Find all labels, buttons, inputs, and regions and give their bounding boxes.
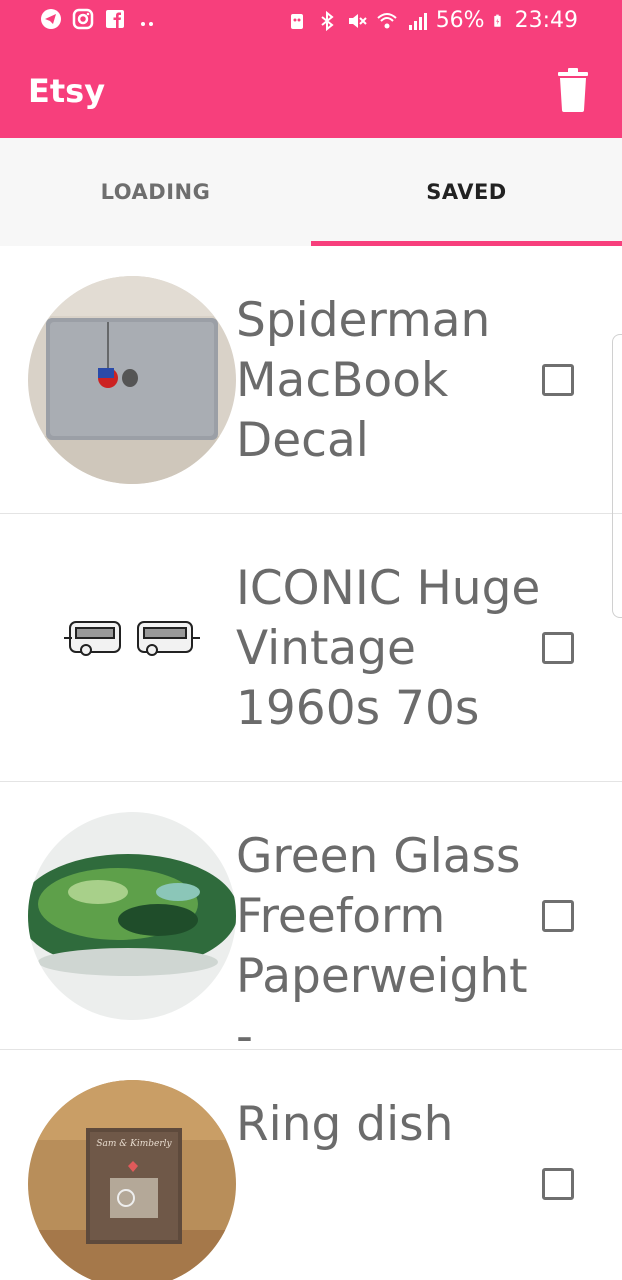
- clock: 23:49: [514, 8, 578, 33]
- battery-icon: [493, 14, 501, 27]
- app-title: Etsy: [28, 72, 106, 110]
- wifi-icon: [377, 12, 397, 28]
- status-bar: 56% 23:49: [0, 0, 622, 44]
- tab-saved[interactable]: SAVED: [311, 138, 622, 246]
- instagram-icon: [72, 8, 94, 30]
- app-bar: Etsy: [0, 44, 622, 138]
- list-item[interactable]: Green Glass Freeform Paperweight -: [0, 782, 622, 1064]
- scrollbar[interactable]: [612, 334, 622, 618]
- item-title: Green Glass Freeform Paperweight -: [236, 829, 528, 1064]
- more-dots-icon: [141, 22, 153, 26]
- list-item[interactable]: Spiderman MacBook Decal: [0, 246, 622, 514]
- mute-icon: [348, 13, 367, 28]
- battery-percent: 56%: [435, 8, 485, 33]
- ring-dish-engraving: Sam & Kimberly: [96, 1139, 172, 1149]
- status-left-icons: [40, 8, 158, 30]
- item-image-cufflinks: [28, 544, 236, 752]
- tab-bar: LOADING SAVED: [0, 138, 622, 246]
- list-item[interactable]: ICONIC Huge Vintage 1960s 70s: [0, 514, 622, 782]
- item-checkbox[interactable]: [542, 364, 574, 396]
- item-title: ICONIC Huge Vintage 1960s 70s: [236, 561, 541, 736]
- telegram-icon: [41, 9, 61, 29]
- item-title: Spiderman MacBook Decal: [236, 293, 491, 468]
- item-checkbox[interactable]: [542, 1168, 574, 1200]
- status-right: 56% 23:49: [286, 8, 578, 33]
- item-image-green-glass: [28, 812, 236, 1020]
- tab-loading[interactable]: LOADING: [0, 138, 311, 246]
- item-image-ring-dish: Sam & Kimberly: [28, 1080, 236, 1280]
- item-title: Ring dish: [236, 1097, 454, 1152]
- bluetooth-icon: [321, 10, 334, 31]
- facebook-icon: [106, 10, 124, 28]
- signal-icon: [408, 12, 427, 30]
- item-checkbox[interactable]: [542, 632, 574, 664]
- list-item[interactable]: Sam & Kimberly Ring dish: [0, 1050, 622, 1280]
- trash-icon[interactable]: [556, 68, 590, 112]
- item-checkbox[interactable]: [542, 900, 574, 932]
- android-icon: [290, 13, 303, 29]
- item-image-spiderman-decal: [28, 276, 236, 484]
